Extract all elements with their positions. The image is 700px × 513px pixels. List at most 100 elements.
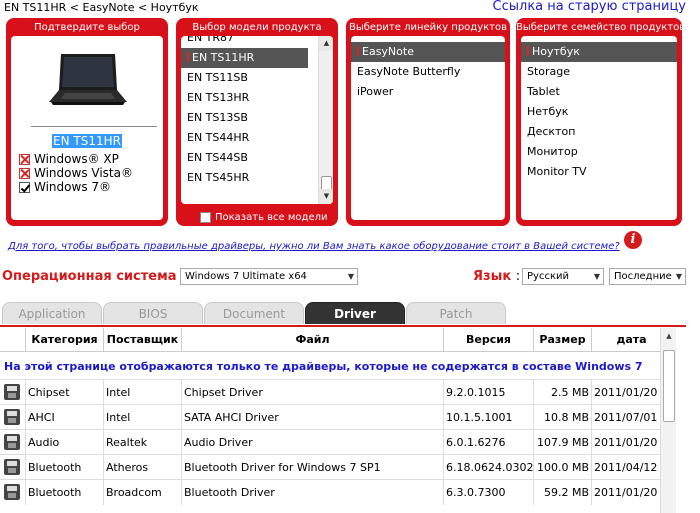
list-item[interactable]: EN TS44SB	[181, 148, 308, 168]
os-item-xp: Windows® XP	[19, 152, 133, 166]
confirm-panel-body: EN TS11HR Windows® XP Windows Vista® Win…	[11, 36, 163, 220]
confirm-panel: Подтвердите выбор EN TS11HR Windows® XP …	[6, 18, 168, 226]
model-list-box[interactable]: EN TR87 EN TS11HR EN TS11SB EN TS13HR EN…	[181, 36, 333, 204]
family-panel: Выберите семейство продуктов Ноутбук Sto…	[516, 18, 682, 226]
scroll-up-icon[interactable]: ▲	[319, 36, 333, 51]
header-file[interactable]: Файл	[182, 328, 444, 352]
list-item[interactable]: Монитор	[521, 142, 677, 162]
category-tabs: Application BIOS Document Driver Patch	[0, 302, 688, 326]
tab-application[interactable]: Application	[2, 302, 102, 324]
list-item[interactable]: Десктоп	[521, 122, 677, 142]
table-row[interactable]: Bluetooth Broadcom Bluetooth Driver 6.3.…	[0, 479, 672, 505]
cell-vendor: Intel	[104, 405, 182, 430]
table-row[interactable]: AHCI Intel SATA AHCI Driver 10.1.5.1001 …	[0, 404, 672, 430]
version-select[interactable]: Последние ▼	[609, 268, 686, 285]
check-icon	[19, 181, 30, 193]
line-panel-title: Выберите линейку продуктов	[348, 22, 507, 33]
list-item[interactable]: EN TS45HR	[181, 168, 308, 188]
scroll-thumb[interactable]	[663, 350, 675, 422]
header-vendor[interactable]: Поставщик	[104, 328, 182, 352]
cell-file[interactable]: Chipset Driver	[182, 380, 444, 405]
divider	[31, 126, 157, 127]
download-icon[interactable]	[4, 434, 20, 450]
cell-file[interactable]: Bluetooth Driver for Windows 7 SP1	[182, 455, 444, 480]
family-panel-title: Выберите семейство продуктов	[516, 22, 682, 33]
cell-file[interactable]: Bluetooth Driver	[182, 480, 444, 505]
cell-vendor: Broadcom	[104, 480, 182, 505]
cell-size: 10.8 MB	[534, 405, 592, 430]
download-icon[interactable]	[4, 484, 20, 500]
cell-version: 10.1.5.1001	[444, 405, 534, 430]
cell-size: 2.5 MB	[534, 380, 592, 405]
list-item[interactable]: Monitor TV	[521, 162, 677, 182]
tab-bios[interactable]: BIOS	[103, 302, 203, 324]
list-item-selected[interactable]: EasyNote	[351, 42, 505, 62]
cell-category: Audio	[26, 430, 104, 455]
line-panel: Выберите линейку продуктов EasyNote Easy…	[346, 18, 510, 226]
os-item-vista: Windows Vista®	[19, 166, 133, 180]
tabs-underline	[0, 325, 686, 327]
header-icon-col	[0, 328, 26, 352]
list-item[interactable]: EasyNote Butterfly	[351, 62, 505, 82]
driver-table: Категория Поставщик Файл Версия Размер д…	[0, 328, 688, 513]
cell-file[interactable]: SATA AHCI Driver	[182, 405, 444, 430]
list-item[interactable]: EN TS11SB	[181, 68, 308, 88]
os-label: Операционная система :	[2, 269, 185, 284]
list-item-selected[interactable]: EN TS11HR	[181, 48, 308, 68]
header-size[interactable]: Размер	[534, 328, 592, 352]
breadcrumb: EN TS11HR < EasyNote < Ноутбук	[4, 1, 199, 14]
download-icon[interactable]	[4, 409, 20, 425]
selected-model: EN TS11HR	[52, 134, 122, 148]
scroll-up-icon[interactable]: ▲	[661, 328, 677, 344]
unsupported-icon	[19, 167, 30, 179]
list-item[interactable]: EN TS13SB	[181, 108, 308, 128]
cell-vendor: Realtek	[104, 430, 182, 455]
list-item[interactable]: EN TR87	[181, 36, 308, 48]
download-icon[interactable]	[4, 384, 20, 400]
table-row[interactable]: Audio Realtek Audio Driver 6.0.1.6276 10…	[0, 429, 672, 455]
list-item-selected[interactable]: Ноутбук	[521, 42, 677, 62]
table-row[interactable]: Bluetooth Atheros Bluetooth Driver for W…	[0, 454, 672, 480]
info-icon[interactable]: i	[624, 231, 642, 249]
family-list: Ноутбук Storage Tablet Нетбук Десктоп Мо…	[521, 42, 677, 182]
laptop-image	[49, 54, 127, 105]
table-header: Категория Поставщик Файл Версия Размер д…	[0, 328, 672, 352]
list-item[interactable]: Tablet	[521, 82, 677, 102]
os-select[interactable]: Windows 7 Ultimate x64 ▼	[180, 268, 358, 285]
cell-version: 6.3.0.7300	[444, 480, 534, 505]
header-version[interactable]: Версия	[444, 328, 534, 352]
chevron-down-icon: ▼	[593, 272, 600, 281]
table-row[interactable]: Chipset Intel Chipset Driver 9.2.0.1015 …	[0, 379, 672, 405]
old-page-link[interactable]: Ссылка на старую страницу	[493, 0, 686, 14]
language-select[interactable]: Русский ▼	[522, 268, 604, 285]
tab-patch[interactable]: Patch	[406, 302, 506, 324]
os-item-win7: Windows 7®	[19, 180, 133, 194]
hardware-detect-link[interactable]: Для того, чтобы выбрать правильные драйв…	[8, 241, 620, 252]
download-icon[interactable]	[4, 459, 20, 475]
show-all-models[interactable]: Показать все модели	[200, 212, 328, 223]
tab-driver[interactable]: Driver	[305, 302, 405, 324]
scroll-down-icon[interactable]: ▼	[319, 189, 333, 204]
list-item[interactable]: iPower	[351, 82, 505, 102]
unsupported-icon	[19, 153, 30, 165]
header-category[interactable]: Категория	[26, 328, 104, 352]
chevron-down-icon: ▼	[675, 272, 682, 281]
cell-category: Bluetooth	[26, 455, 104, 480]
line-list-box[interactable]: EasyNote EasyNote Butterfly iPower	[351, 36, 505, 220]
family-list-box[interactable]: Ноутбук Storage Tablet Нетбук Десктоп Мо…	[521, 36, 677, 220]
list-item[interactable]: Нетбук	[521, 102, 677, 122]
list-item[interactable]: Storage	[521, 62, 677, 82]
model-list-scrollbar[interactable]: ▲ ▼	[318, 36, 333, 204]
tab-document[interactable]: Document	[204, 302, 304, 324]
table-scrollbar[interactable]: ▲	[660, 328, 676, 513]
list-item[interactable]: EN TS13HR	[181, 88, 308, 108]
cell-version: 9.2.0.1015	[444, 380, 534, 405]
cell-file[interactable]: Audio Driver	[182, 430, 444, 455]
cell-category: AHCI	[26, 405, 104, 430]
cell-category: Bluetooth	[26, 480, 104, 505]
list-item[interactable]: EN TS44HR	[181, 128, 308, 148]
show-all-checkbox[interactable]	[200, 212, 211, 223]
model-list: EN TR87 EN TS11HR EN TS11SB EN TS13HR EN…	[181, 36, 308, 188]
cell-vendor: Intel	[104, 380, 182, 405]
cell-size: 100.0 MB	[534, 455, 592, 480]
